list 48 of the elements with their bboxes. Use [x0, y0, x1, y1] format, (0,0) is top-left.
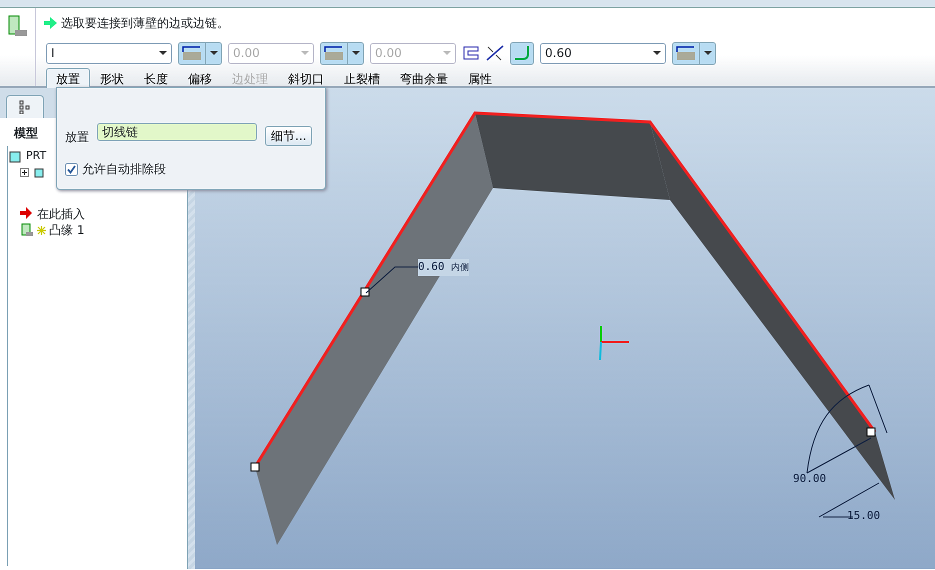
dimension-label[interactable]: 0.60 内侧	[418, 259, 470, 276]
flange-feature-icon	[20, 223, 34, 237]
tab[interactable]: 属性	[458, 68, 502, 88]
diagonal-arrow-icon	[486, 45, 504, 61]
wall-profile-icon	[676, 45, 696, 61]
wall-profile-icon	[182, 45, 202, 61]
caret-icon	[653, 51, 661, 55]
new-feature-icon	[37, 226, 46, 234]
arrow-icon	[20, 207, 34, 221]
caret-icon	[352, 51, 360, 55]
edge-chain-field[interactable]: 切线链	[97, 123, 257, 141]
bend-toggle-button[interactable]	[510, 42, 534, 64]
caret-icon	[704, 51, 712, 55]
model-tree-title: 模型	[14, 126, 38, 140]
dimension-label[interactable]: 90.00	[793, 471, 826, 488]
tab[interactable]: 形状	[90, 68, 134, 88]
dimension-label[interactable]: 15.00	[847, 508, 880, 524]
part-icon	[9, 149, 23, 163]
tab[interactable]: 长度	[134, 68, 178, 88]
tree-structure-icon	[19, 100, 31, 114]
split-button[interactable]	[320, 42, 364, 64]
caret-icon	[159, 51, 167, 55]
caret-icon	[210, 51, 218, 55]
tab[interactable]: 偏移	[178, 68, 222, 88]
bracket-icon	[462, 45, 480, 61]
tree-tab[interactable]	[6, 95, 44, 118]
arrow-icon	[44, 17, 57, 29]
prompt-message: 选取要连接到薄壁的边或边链。	[61, 15, 229, 32]
split-button[interactable]	[672, 42, 716, 64]
wall-profile-icon	[324, 45, 344, 61]
split-button[interactable]	[178, 42, 222, 64]
caret-icon	[443, 51, 451, 55]
tree-item-label[interactable]: 在此插入	[37, 205, 85, 223]
tab[interactable]: 放置	[46, 68, 90, 88]
dropdown[interactable]: 0.60	[540, 42, 666, 64]
dropdown[interactable]: I	[46, 42, 172, 64]
tab[interactable]: 弯曲余量	[390, 68, 458, 88]
checkbox-label: 允许自动排除段	[82, 161, 166, 178]
checkbox[interactable]	[65, 162, 78, 176]
tree-item-label[interactable]: PRT	[26, 148, 46, 164]
tab[interactable]: 止裂槽	[334, 68, 390, 88]
leader-line	[365, 266, 420, 294]
bend-radius-icon	[514, 45, 530, 61]
tree-item-label[interactable]: 凸缘 1	[49, 221, 84, 239]
caret-icon	[301, 51, 309, 55]
details-button[interactable]: 细节...	[265, 126, 312, 146]
placement-label: 放置	[65, 129, 89, 146]
tab[interactable]: 斜切口	[278, 68, 334, 88]
